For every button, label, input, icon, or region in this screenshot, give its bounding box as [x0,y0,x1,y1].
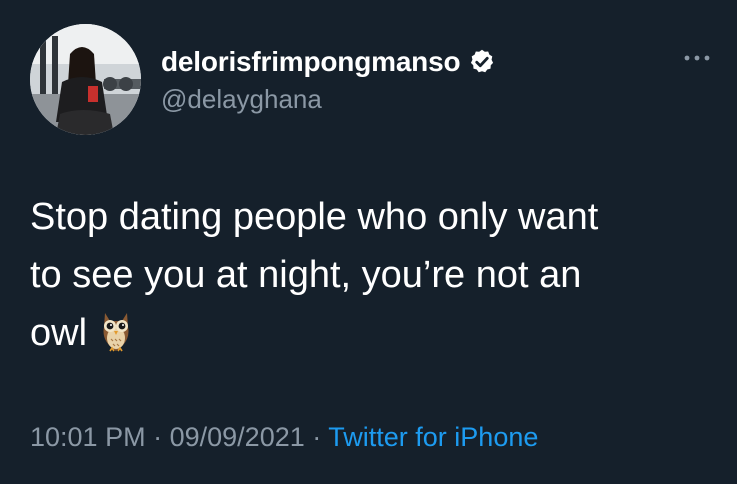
tweet-date[interactable]: 09/09/2021 [170,422,305,452]
tweet-meta: 10:01 PM · 09/09/2021 · Twitter for iPho… [30,422,538,453]
author-name-row: delorisfrimpongmanso [161,44,496,80]
more-options-icon[interactable] [684,52,710,64]
tweet-card: delorisfrimpongmanso @delayghana Stop da… [0,0,737,484]
tweet-source-link[interactable]: Twitter for iPhone [328,422,538,452]
author-handle[interactable]: @delayghana [161,84,322,115]
avatar[interactable] [30,24,141,135]
tweet-time[interactable]: 10:01 PM [30,422,146,452]
tweet-body: Stop dating people who only want to see … [30,188,710,362]
meta-separator: · [153,422,163,452]
owl-emoji-icon [97,309,135,353]
verified-badge-icon [468,48,496,76]
meta-separator: · [312,422,322,452]
avatar-photo-icon [30,24,141,135]
author-display-name[interactable]: delorisfrimpongmanso [161,46,461,78]
